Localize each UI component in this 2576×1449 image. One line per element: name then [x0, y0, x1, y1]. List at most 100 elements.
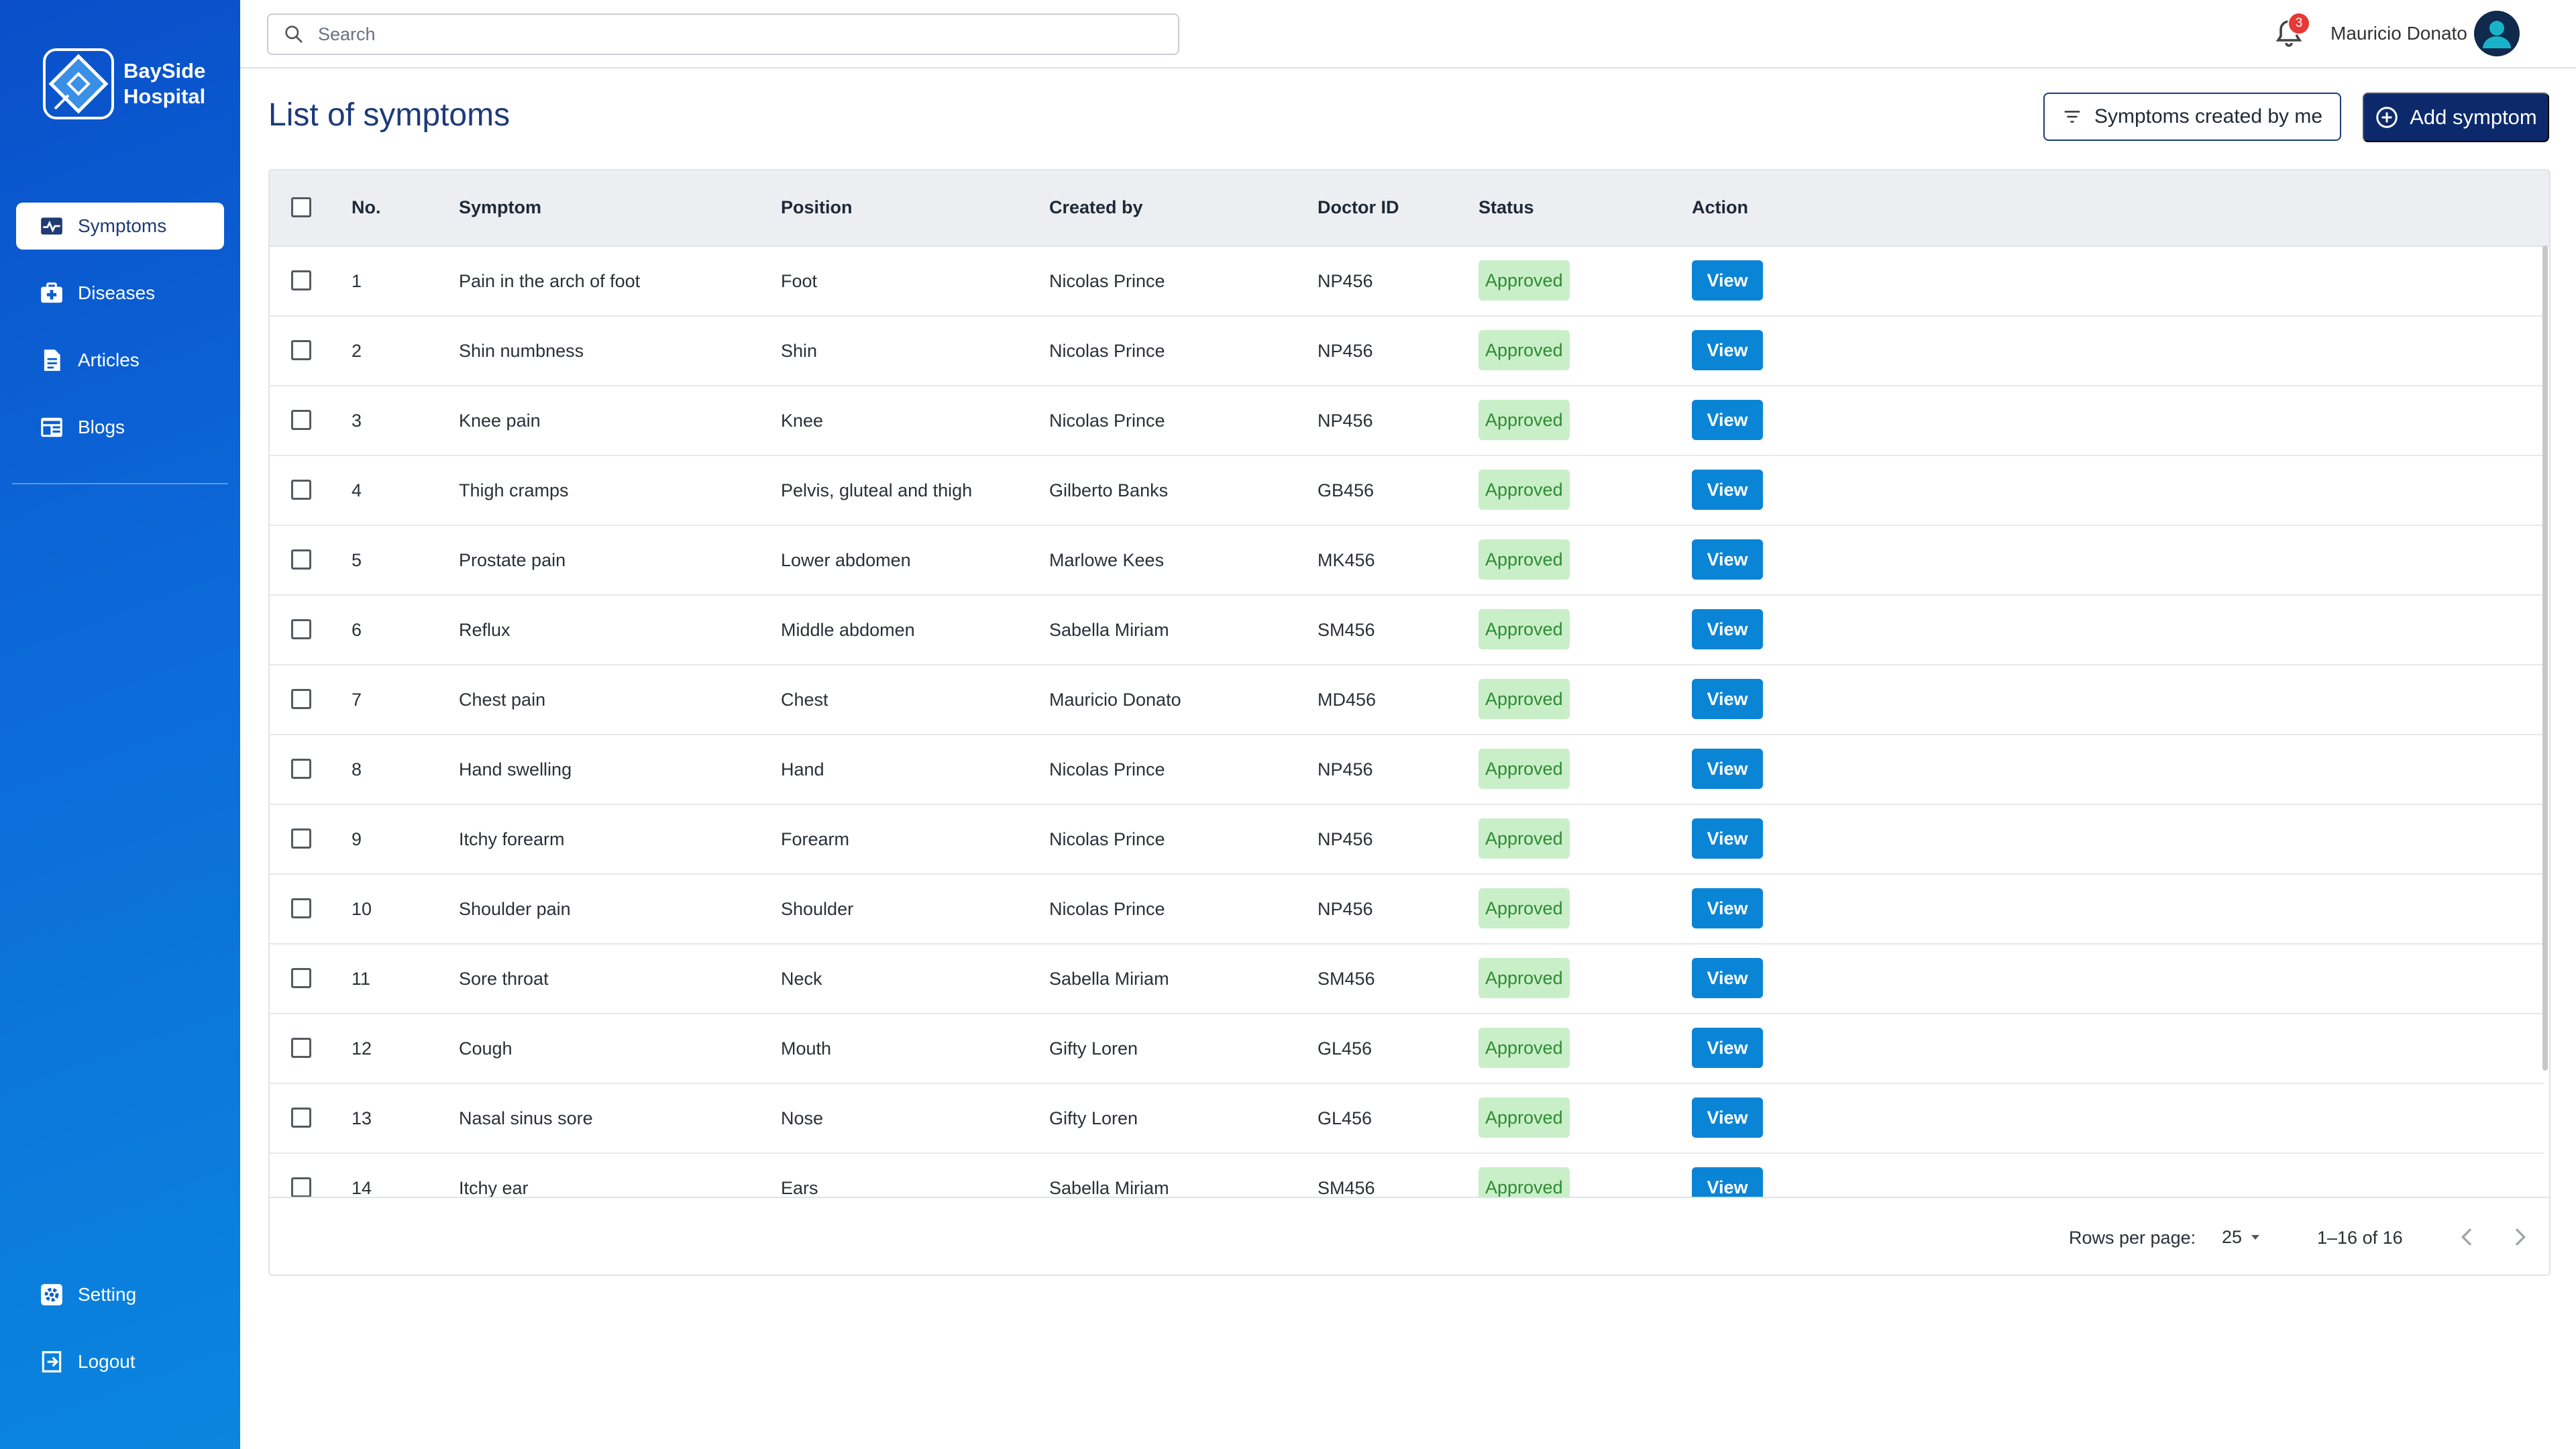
view-button[interactable]: View — [1692, 958, 1763, 998]
created-by: Nicolas Prince — [1049, 271, 1165, 291]
doctor-id: NP456 — [1318, 829, 1373, 849]
table-scrollbar[interactable] — [2542, 246, 2548, 1071]
row-number: 8 — [352, 759, 362, 780]
sidebar-item-articles[interactable]: Articles — [16, 337, 224, 384]
symptom-name: Itchy forearm — [459, 829, 565, 849]
status-badge: Approved — [1479, 679, 1570, 719]
sidebar-item-label: Diseases — [78, 282, 156, 303]
row-checkbox[interactable] — [291, 968, 311, 988]
column-header-created-by[interactable]: Created by — [1049, 197, 1143, 218]
doctor-id: GL456 — [1318, 1108, 1373, 1128]
view-button[interactable]: View — [1692, 260, 1763, 301]
row-checkbox[interactable] — [291, 828, 311, 849]
doctor-id: SM456 — [1318, 620, 1375, 640]
view-button[interactable]: View — [1692, 609, 1763, 649]
created-by: Sabella Miriam — [1049, 1178, 1169, 1197]
table-row: 3 Knee pain Knee Nicolas Prince NP456 Approve… — [270, 385, 2544, 456]
brand-line-2: Hospital — [123, 85, 206, 108]
view-button[interactable]: View — [1692, 330, 1763, 370]
symptom-position: Lower abdomen — [781, 550, 911, 570]
filter-icon — [2064, 111, 2080, 123]
symptom-name: Nasal sinus sore — [459, 1108, 593, 1128]
row-checkbox[interactable] — [291, 1108, 311, 1128]
pulse-icon — [41, 217, 62, 235]
view-button[interactable]: View — [1692, 1028, 1763, 1068]
doctor-id: MK456 — [1318, 550, 1375, 570]
logout-icon — [42, 1351, 62, 1373]
created-by: Sabella Miriam — [1049, 969, 1169, 989]
row-number: 2 — [352, 341, 362, 361]
status-badge: Approved — [1479, 888, 1570, 928]
doctor-id: SM456 — [1318, 969, 1375, 989]
user-name[interactable]: Mauricio Donato — [2330, 23, 2467, 44]
row-checkbox[interactable] — [291, 270, 311, 290]
view-button[interactable]: View — [1692, 679, 1763, 719]
rows-per-page-select[interactable]: 25 — [2222, 1222, 2263, 1252]
hospital-logo-icon — [43, 48, 114, 119]
column-header-symptom[interactable]: Symptom — [459, 197, 541, 218]
chevron-left-icon[interactable] — [2454, 1224, 2481, 1250]
created-by: Nicolas Prince — [1049, 759, 1165, 780]
symptom-position: Nose — [781, 1108, 824, 1128]
search-input[interactable] — [317, 23, 1124, 46]
add-circle-icon — [2376, 107, 2398, 128]
row-checkbox[interactable] — [291, 689, 311, 709]
symptom-position: Foot — [781, 271, 818, 291]
symptom-name: Cough — [459, 1038, 513, 1059]
created-by: Mauricio Donato — [1049, 690, 1181, 710]
select-all-checkbox[interactable] — [291, 197, 311, 217]
row-checkbox[interactable] — [291, 759, 311, 779]
status-badge: Approved — [1479, 260, 1570, 301]
created-by: Nicolas Prince — [1049, 829, 1165, 849]
table-row: 11 Sore throat Neck Sabella Miriam SM456 Appr… — [270, 943, 2544, 1014]
add-symptom-button[interactable]: Add symptom — [2363, 93, 2549, 142]
row-checkbox[interactable] — [291, 898, 311, 918]
row-checkbox[interactable] — [291, 1038, 311, 1058]
row-checkbox[interactable] — [291, 480, 311, 500]
view-button[interactable]: View — [1692, 1167, 1763, 1197]
view-button[interactable]: View — [1692, 1097, 1763, 1138]
sidebar-item-diseases[interactable]: Diseases — [16, 270, 224, 317]
sidebar-item-label: Setting — [78, 1284, 137, 1305]
view-button[interactable]: View — [1692, 818, 1763, 859]
caret-down-icon — [2251, 1235, 2260, 1240]
symptom-position: Shin — [781, 341, 818, 361]
table-pagination: Rows per page: 25 1–16 of 16 — [270, 1197, 2549, 1275]
column-header-status[interactable]: Status — [1479, 197, 1534, 218]
row-checkbox[interactable] — [291, 549, 311, 570]
sidebar-item-setting[interactable]: Setting — [16, 1271, 224, 1318]
doctor-id: SM456 — [1318, 1178, 1375, 1197]
row-number: 5 — [352, 550, 362, 570]
row-checkbox[interactable] — [291, 619, 311, 639]
row-checkbox[interactable] — [291, 1177, 311, 1197]
search-box[interactable] — [267, 13, 1179, 55]
row-checkbox[interactable] — [291, 340, 311, 360]
table-row: 13 Nasal sinus sore Nose Gifty Loren GL456 Ap… — [270, 1083, 2544, 1154]
view-button[interactable]: View — [1692, 400, 1763, 440]
user-avatar[interactable] — [2474, 11, 2520, 56]
row-checkbox[interactable] — [291, 410, 311, 430]
symptom-position: Hand — [781, 759, 824, 780]
sidebar-item-blogs[interactable]: Blogs — [16, 404, 224, 451]
view-button[interactable]: View — [1692, 888, 1763, 928]
filter-my-symptoms-button[interactable]: Symptoms created by me — [2043, 93, 2341, 141]
column-header-no[interactable]: No. — [352, 197, 381, 218]
sidebar-item-logout[interactable]: Logout — [16, 1338, 224, 1385]
table-row: 9 Itchy forearm Forearm Nicolas Prince NP456… — [270, 804, 2544, 875]
settings-icon — [41, 1284, 62, 1305]
created-by: Nicolas Prince — [1049, 899, 1165, 919]
column-header-position[interactable]: Position — [781, 197, 853, 218]
symptom-name: Reflux — [459, 620, 511, 640]
column-header-doctor-id[interactable]: Doctor ID — [1318, 197, 1399, 218]
view-button[interactable]: View — [1692, 539, 1763, 580]
row-number: 10 — [352, 899, 372, 919]
table-header: No. Symptom Position Created by Doctor I… — [270, 170, 2549, 247]
doctor-id: MD456 — [1318, 690, 1377, 710]
view-button[interactable]: View — [1692, 749, 1763, 789]
chevron-right-icon[interactable] — [2506, 1224, 2533, 1250]
sidebar-item-symptoms[interactable]: Symptoms — [16, 203, 224, 250]
view-button[interactable]: View — [1692, 470, 1763, 510]
brand-logo[interactable]: BaySide Hospital — [42, 47, 205, 121]
add-button-label: Add symptom — [2410, 105, 2537, 129]
table-row: 5 Prostate pain Lower abdomen Marlowe Kees M… — [270, 525, 2544, 596]
